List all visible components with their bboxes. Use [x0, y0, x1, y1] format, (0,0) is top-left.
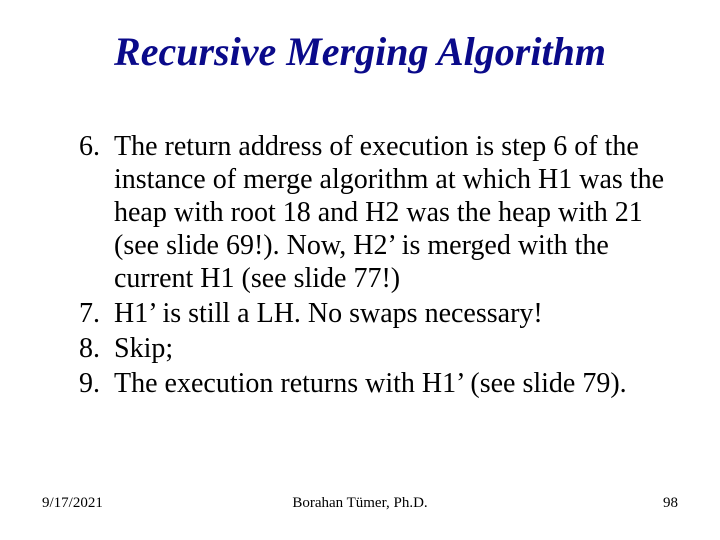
list-item-number: 6.: [42, 130, 114, 295]
list-item: 7. H1’ is still a LH. No swaps necessary…: [42, 297, 678, 330]
slide-body: 6. The return address of execution is st…: [42, 130, 678, 402]
list-item-number: 8.: [42, 332, 114, 365]
list-item-number: 9.: [42, 367, 114, 400]
slide-title: Recursive Merging Algorithm: [0, 28, 720, 75]
list-item-text: The execution returns with H1’ (see slid…: [114, 367, 678, 400]
list-item-text: H1’ is still a LH. No swaps necessary!: [114, 297, 678, 330]
footer-page-number: 98: [663, 495, 678, 512]
list-item-number: 7.: [42, 297, 114, 330]
list-item: 8. Skip;: [42, 332, 678, 365]
numbered-list: 6. The return address of execution is st…: [42, 130, 678, 400]
list-item: 9. The execution returns with H1’ (see s…: [42, 367, 678, 400]
footer-author: Borahan Tümer, Ph.D.: [42, 495, 678, 512]
list-item: 6. The return address of execution is st…: [42, 130, 678, 295]
list-item-text: The return address of execution is step …: [114, 130, 678, 295]
slide: Recursive Merging Algorithm 6. The retur…: [0, 0, 720, 540]
list-item-text: Skip;: [114, 332, 678, 365]
